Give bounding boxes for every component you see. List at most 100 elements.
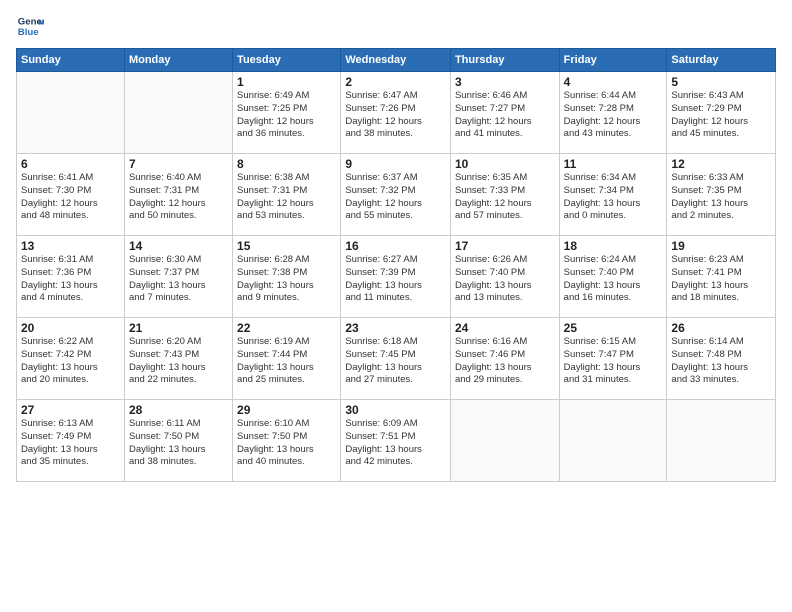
logo: General Blue	[16, 12, 44, 40]
cell-day-number: 10	[455, 157, 555, 171]
calendar-week-row: 1Sunrise: 6:49 AM Sunset: 7:25 PM Daylig…	[17, 72, 776, 154]
weekday-header-row: SundayMondayTuesdayWednesdayThursdayFrid…	[17, 49, 776, 72]
cell-day-number: 15	[237, 239, 336, 253]
cell-info-text: Sunrise: 6:23 AM Sunset: 7:41 PM Dayligh…	[671, 254, 771, 305]
calendar-cell: 25Sunrise: 6:15 AM Sunset: 7:47 PM Dayli…	[559, 318, 667, 400]
calendar-cell: 7Sunrise: 6:40 AM Sunset: 7:31 PM Daylig…	[124, 154, 232, 236]
calendar-cell: 5Sunrise: 6:43 AM Sunset: 7:29 PM Daylig…	[667, 72, 776, 154]
calendar-cell: 23Sunrise: 6:18 AM Sunset: 7:45 PM Dayli…	[341, 318, 451, 400]
cell-day-number: 29	[237, 403, 336, 417]
cell-day-number: 17	[455, 239, 555, 253]
cell-day-number: 18	[564, 239, 663, 253]
cell-day-number: 12	[671, 157, 771, 171]
calendar-cell: 22Sunrise: 6:19 AM Sunset: 7:44 PM Dayli…	[233, 318, 341, 400]
cell-day-number: 25	[564, 321, 663, 335]
cell-info-text: Sunrise: 6:16 AM Sunset: 7:46 PM Dayligh…	[455, 336, 555, 387]
calendar-cell: 1Sunrise: 6:49 AM Sunset: 7:25 PM Daylig…	[233, 72, 341, 154]
cell-info-text: Sunrise: 6:18 AM Sunset: 7:45 PM Dayligh…	[345, 336, 446, 387]
calendar-cell: 12Sunrise: 6:33 AM Sunset: 7:35 PM Dayli…	[667, 154, 776, 236]
cell-day-number: 9	[345, 157, 446, 171]
calendar-cell: 20Sunrise: 6:22 AM Sunset: 7:42 PM Dayli…	[17, 318, 125, 400]
calendar-cell: 27Sunrise: 6:13 AM Sunset: 7:49 PM Dayli…	[17, 400, 125, 482]
weekday-header: Wednesday	[341, 49, 451, 72]
calendar-cell: 14Sunrise: 6:30 AM Sunset: 7:37 PM Dayli…	[124, 236, 232, 318]
calendar-cell: 2Sunrise: 6:47 AM Sunset: 7:26 PM Daylig…	[341, 72, 451, 154]
cell-info-text: Sunrise: 6:35 AM Sunset: 7:33 PM Dayligh…	[455, 172, 555, 223]
cell-info-text: Sunrise: 6:47 AM Sunset: 7:26 PM Dayligh…	[345, 90, 446, 141]
calendar-cell: 24Sunrise: 6:16 AM Sunset: 7:46 PM Dayli…	[450, 318, 559, 400]
calendar-cell: 26Sunrise: 6:14 AM Sunset: 7:48 PM Dayli…	[667, 318, 776, 400]
calendar-cell: 17Sunrise: 6:26 AM Sunset: 7:40 PM Dayli…	[450, 236, 559, 318]
weekday-header: Sunday	[17, 49, 125, 72]
calendar-cell: 29Sunrise: 6:10 AM Sunset: 7:50 PM Dayli…	[233, 400, 341, 482]
calendar-cell: 10Sunrise: 6:35 AM Sunset: 7:33 PM Dayli…	[450, 154, 559, 236]
cell-info-text: Sunrise: 6:13 AM Sunset: 7:49 PM Dayligh…	[21, 418, 120, 469]
cell-day-number: 20	[21, 321, 120, 335]
cell-info-text: Sunrise: 6:22 AM Sunset: 7:42 PM Dayligh…	[21, 336, 120, 387]
cell-day-number: 6	[21, 157, 120, 171]
cell-day-number: 21	[129, 321, 228, 335]
calendar-cell: 18Sunrise: 6:24 AM Sunset: 7:40 PM Dayli…	[559, 236, 667, 318]
cell-info-text: Sunrise: 6:09 AM Sunset: 7:51 PM Dayligh…	[345, 418, 446, 469]
cell-day-number: 13	[21, 239, 120, 253]
cell-info-text: Sunrise: 6:37 AM Sunset: 7:32 PM Dayligh…	[345, 172, 446, 223]
calendar-table: SundayMondayTuesdayWednesdayThursdayFrid…	[16, 48, 776, 482]
cell-day-number: 23	[345, 321, 446, 335]
cell-day-number: 27	[21, 403, 120, 417]
calendar-cell: 13Sunrise: 6:31 AM Sunset: 7:36 PM Dayli…	[17, 236, 125, 318]
cell-day-number: 19	[671, 239, 771, 253]
cell-day-number: 16	[345, 239, 446, 253]
cell-day-number: 7	[129, 157, 228, 171]
weekday-header: Tuesday	[233, 49, 341, 72]
calendar-cell: 3Sunrise: 6:46 AM Sunset: 7:27 PM Daylig…	[450, 72, 559, 154]
cell-info-text: Sunrise: 6:20 AM Sunset: 7:43 PM Dayligh…	[129, 336, 228, 387]
cell-info-text: Sunrise: 6:34 AM Sunset: 7:34 PM Dayligh…	[564, 172, 663, 223]
cell-day-number: 30	[345, 403, 446, 417]
calendar-week-row: 6Sunrise: 6:41 AM Sunset: 7:30 PM Daylig…	[17, 154, 776, 236]
cell-info-text: Sunrise: 6:30 AM Sunset: 7:37 PM Dayligh…	[129, 254, 228, 305]
main-container: General Blue SundayMondayTuesdayWednesda…	[0, 0, 792, 612]
calendar-cell: 6Sunrise: 6:41 AM Sunset: 7:30 PM Daylig…	[17, 154, 125, 236]
cell-info-text: Sunrise: 6:15 AM Sunset: 7:47 PM Dayligh…	[564, 336, 663, 387]
calendar-cell: 19Sunrise: 6:23 AM Sunset: 7:41 PM Dayli…	[667, 236, 776, 318]
cell-day-number: 26	[671, 321, 771, 335]
calendar-cell: 30Sunrise: 6:09 AM Sunset: 7:51 PM Dayli…	[341, 400, 451, 482]
cell-info-text: Sunrise: 6:46 AM Sunset: 7:27 PM Dayligh…	[455, 90, 555, 141]
cell-day-number: 24	[455, 321, 555, 335]
calendar-cell: 9Sunrise: 6:37 AM Sunset: 7:32 PM Daylig…	[341, 154, 451, 236]
calendar-cell	[667, 400, 776, 482]
calendar-week-row: 27Sunrise: 6:13 AM Sunset: 7:49 PM Dayli…	[17, 400, 776, 482]
cell-info-text: Sunrise: 6:19 AM Sunset: 7:44 PM Dayligh…	[237, 336, 336, 387]
calendar-cell	[124, 72, 232, 154]
cell-info-text: Sunrise: 6:44 AM Sunset: 7:28 PM Dayligh…	[564, 90, 663, 141]
calendar-cell	[559, 400, 667, 482]
cell-info-text: Sunrise: 6:24 AM Sunset: 7:40 PM Dayligh…	[564, 254, 663, 305]
calendar-week-row: 20Sunrise: 6:22 AM Sunset: 7:42 PM Dayli…	[17, 318, 776, 400]
cell-info-text: Sunrise: 6:33 AM Sunset: 7:35 PM Dayligh…	[671, 172, 771, 223]
cell-info-text: Sunrise: 6:27 AM Sunset: 7:39 PM Dayligh…	[345, 254, 446, 305]
weekday-header: Friday	[559, 49, 667, 72]
cell-day-number: 14	[129, 239, 228, 253]
svg-text:Blue: Blue	[18, 27, 39, 38]
calendar-cell: 8Sunrise: 6:38 AM Sunset: 7:31 PM Daylig…	[233, 154, 341, 236]
cell-day-number: 8	[237, 157, 336, 171]
cell-info-text: Sunrise: 6:43 AM Sunset: 7:29 PM Dayligh…	[671, 90, 771, 141]
weekday-header: Saturday	[667, 49, 776, 72]
cell-day-number: 3	[455, 75, 555, 89]
logo-icon: General Blue	[16, 12, 44, 40]
cell-info-text: Sunrise: 6:40 AM Sunset: 7:31 PM Dayligh…	[129, 172, 228, 223]
cell-day-number: 28	[129, 403, 228, 417]
cell-info-text: Sunrise: 6:31 AM Sunset: 7:36 PM Dayligh…	[21, 254, 120, 305]
cell-info-text: Sunrise: 6:41 AM Sunset: 7:30 PM Dayligh…	[21, 172, 120, 223]
cell-day-number: 11	[564, 157, 663, 171]
header: General Blue	[16, 12, 776, 40]
calendar-cell	[17, 72, 125, 154]
weekday-header: Monday	[124, 49, 232, 72]
cell-day-number: 22	[237, 321, 336, 335]
cell-info-text: Sunrise: 6:49 AM Sunset: 7:25 PM Dayligh…	[237, 90, 336, 141]
calendar-cell: 21Sunrise: 6:20 AM Sunset: 7:43 PM Dayli…	[124, 318, 232, 400]
cell-info-text: Sunrise: 6:10 AM Sunset: 7:50 PM Dayligh…	[237, 418, 336, 469]
calendar-cell: 15Sunrise: 6:28 AM Sunset: 7:38 PM Dayli…	[233, 236, 341, 318]
calendar-cell: 4Sunrise: 6:44 AM Sunset: 7:28 PM Daylig…	[559, 72, 667, 154]
calendar-cell	[450, 400, 559, 482]
